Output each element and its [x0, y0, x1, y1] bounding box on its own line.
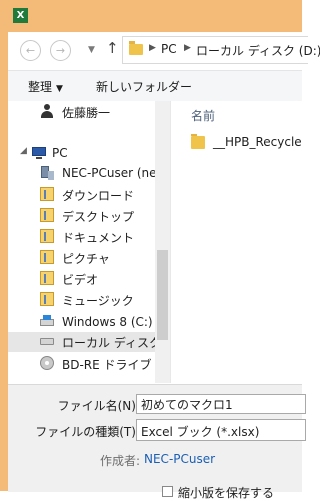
tree-item-windows-c[interactable]: Windows 8 (C:)	[40, 313, 155, 333]
filename-input[interactable]	[137, 395, 313, 413]
windows-drive-icon	[40, 315, 54, 329]
command-bar: 整理 ▼ 新しいフォルダー	[8, 70, 302, 102]
user-folder-icon	[40, 104, 54, 118]
tree-item-pictures[interactable]: ピクチャ	[40, 248, 155, 268]
thumbnail-checkbox[interactable]	[162, 486, 173, 497]
tree-item-music[interactable]: ミュージック	[40, 290, 155, 310]
author-label: 作成者:	[99, 454, 140, 468]
window-frame	[0, 0, 8, 491]
file-list: 名前 __HPB_Recycle	[171, 101, 302, 383]
organize-label: 整理	[28, 80, 53, 94]
videos-folder-icon	[40, 271, 54, 285]
address-bar[interactable]: ▶ PC ▶ ローカル ディスク (D:)	[122, 36, 320, 64]
tree-item-desktop[interactable]: デスクトップ	[40, 206, 155, 226]
up-arrow-icon[interactable]: ↑	[106, 39, 119, 57]
music-folder-icon	[40, 292, 54, 306]
tree-item-pc[interactable]: ◢ PC	[20, 144, 155, 164]
folder-icon	[129, 41, 143, 55]
tree-item-documents[interactable]: ドキュメント	[40, 227, 155, 247]
back-arrow-icon[interactable]: ←	[20, 40, 41, 61]
breadcrumb-local-disk[interactable]: ローカル ディスク (D:)	[196, 42, 320, 59]
author-value[interactable]: NEC-PCuser	[144, 452, 215, 466]
disc-drive-icon	[40, 356, 54, 370]
tree-item-label: Windows 8 (C:)	[62, 315, 153, 329]
tree-item-label: NEC-PCuser (ne	[62, 166, 157, 180]
filetype-select[interactable]: Excel ブック (*.xlsx)	[136, 419, 306, 441]
new-folder-button[interactable]: 新しいフォルダー	[96, 78, 192, 95]
navigation-bar: ← → ▼ ↑ ▶ PC ▶ ローカル ディスク (D:)	[8, 32, 320, 68]
tree-item-nec-pcuser[interactable]: NEC-PCuser (ne	[40, 164, 157, 184]
title-bar[interactable]: X	[0, 0, 302, 32]
tree-item-bd-re-e[interactable]: BD-RE ドライブ (E	[40, 354, 168, 374]
tree-item-label: ドキュメント	[62, 231, 135, 245]
filetype-label: ファイルの種類(T):	[35, 425, 140, 439]
tree-item-label: デスクトップ	[62, 210, 135, 224]
tree-item-user[interactable]: 佐藤勝一	[40, 102, 155, 122]
chevron-right-icon[interactable]: ▶	[149, 43, 156, 53]
pictures-folder-icon	[40, 250, 54, 264]
tree-item-label: PC	[52, 146, 68, 160]
tree-item-label: ミュージック	[62, 294, 134, 308]
tree-item-label: ビデオ	[62, 273, 99, 287]
filename-label: ファイル名(N):	[57, 399, 140, 413]
forward-arrow-icon[interactable]: →	[50, 40, 71, 61]
chevron-right-icon[interactable]: ▶	[184, 43, 191, 53]
tree-item-label: BD-RE ドライブ (E	[62, 358, 168, 372]
tree-item-downloads[interactable]: ダウンロード	[40, 185, 155, 205]
thumbnail-label[interactable]: 縮小版を保存する	[178, 484, 274, 501]
filetype-value: Excel ブック (*.xlsx)	[141, 425, 260, 439]
scrollbar-thumb[interactable]	[157, 250, 168, 340]
documents-folder-icon	[40, 229, 54, 243]
computer-icon	[32, 146, 46, 160]
collapse-icon[interactable]: ◢	[20, 146, 27, 156]
downloads-folder-icon	[40, 187, 54, 201]
navigation-scrollbar[interactable]	[155, 101, 170, 383]
file-name: __HPB_Recycle	[213, 135, 302, 149]
tree-item-label: ピクチャ	[62, 252, 110, 266]
local-disk-icon	[40, 334, 54, 348]
breadcrumb-pc[interactable]: PC	[161, 42, 177, 56]
list-item[interactable]: __HPB_Recycle	[191, 133, 320, 153]
save-options-panel: ファイル名(N): ファイルの種類(T): Excel ブック (*.xlsx)…	[8, 384, 313, 500]
folder-icon	[191, 134, 205, 149]
navigation-pane: 佐藤勝一 ◢ PC NEC-PCuser (ne ダウンロード デスクトップ ド…	[8, 101, 183, 383]
chevron-down-icon: ▼	[56, 84, 63, 94]
tree-item-label: 佐藤勝一	[62, 106, 111, 120]
recent-locations-dropdown-icon[interactable]: ▼	[88, 45, 95, 55]
tree-item-videos[interactable]: ビデオ	[40, 269, 155, 289]
tree-item-label: ダウンロード	[62, 189, 135, 203]
desktop-folder-icon	[40, 208, 54, 222]
organize-button[interactable]: 整理 ▼	[28, 78, 63, 95]
network-user-icon	[40, 166, 54, 180]
excel-icon: X	[13, 8, 28, 23]
tree-item-local-disk-d[interactable]: ローカル ディスク (D:	[8, 332, 183, 352]
column-header-name[interactable]: 名前	[191, 107, 215, 124]
filename-field[interactable]	[136, 394, 313, 414]
